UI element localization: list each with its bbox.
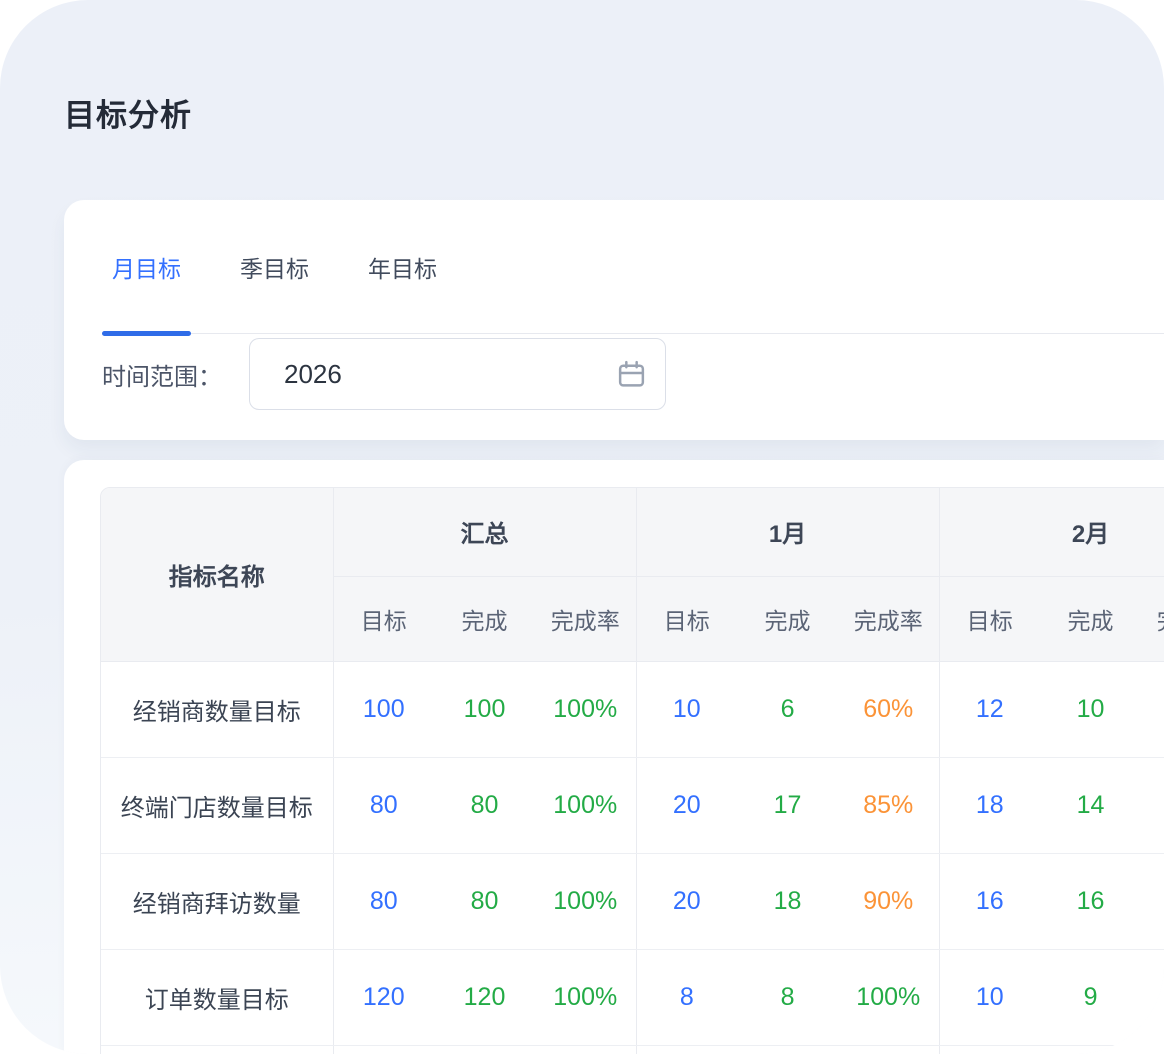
cell-target: 120 — [333, 949, 434, 1045]
sub-header-rate: 完成率 — [535, 576, 636, 661]
tab-monthly-target[interactable]: 月目标 — [102, 200, 191, 333]
row-label: 终端门店数量目标 — [101, 757, 333, 853]
tab-bar: 月目标 季目标 年目标 — [102, 200, 1164, 334]
cell-target: 80 — [333, 853, 434, 949]
cell-target — [636, 1045, 737, 1054]
year-input[interactable] — [250, 359, 580, 390]
group-header-summary: 汇总 — [333, 488, 636, 576]
cell-target: 20 — [636, 757, 737, 853]
cell-done: 80 — [434, 853, 535, 949]
sub-header-target: 目标 — [636, 576, 737, 661]
page-canvas: 目标分析 月目标 季目标 年目标 时间范围： — [0, 0, 1164, 1054]
table-row: 经销商数量目标 100 100 100% 10 6 60% 12 10 — [101, 661, 1164, 757]
cell-done: 80 — [434, 757, 535, 853]
cell-target: 10 — [636, 661, 737, 757]
targets-table-grid: 指标名称 汇总 1月 2月 目标 完成 完成率 目标 完成 完成率 目标 完成 — [101, 488, 1164, 1054]
cell-target — [939, 1045, 1040, 1054]
cell-rate — [1141, 757, 1164, 853]
cell-rate — [1141, 853, 1164, 949]
cell-done — [434, 1045, 535, 1054]
cell-target: 18 — [939, 757, 1040, 853]
cell-done — [1040, 1045, 1141, 1054]
row-label — [101, 1045, 333, 1054]
sub-header-target: 目标 — [939, 576, 1040, 661]
cell-done: 8 — [737, 949, 838, 1045]
cell-rate: 100% — [535, 949, 636, 1045]
cell-done: 14 — [1040, 757, 1141, 853]
cell-done: 9 — [1040, 949, 1141, 1045]
sub-header-done: 完成 — [737, 576, 838, 661]
cell-rate: 100% — [535, 757, 636, 853]
sub-header-done: 完成 — [434, 576, 535, 661]
tab-quarterly-target[interactable]: 季目标 — [230, 200, 319, 333]
cell-target: 12 — [939, 661, 1040, 757]
table-row — [101, 1045, 1164, 1054]
cell-rate — [535, 1045, 636, 1054]
cell-done — [737, 1045, 838, 1054]
cell-done: 100 — [434, 661, 535, 757]
sub-header-rate: 完成率 — [838, 576, 939, 661]
cell-done: 18 — [737, 853, 838, 949]
time-range-label: 时间范围： — [102, 357, 222, 392]
active-tab-indicator — [102, 331, 191, 336]
cell-target: 80 — [333, 757, 434, 853]
row-label: 订单数量目标 — [101, 949, 333, 1045]
date-picker[interactable] — [249, 338, 666, 410]
cell-done: 17 — [737, 757, 838, 853]
cell-target — [333, 1045, 434, 1054]
sub-header-target: 目标 — [333, 576, 434, 661]
cell-rate — [838, 1045, 939, 1054]
sub-header-rate: 完成率 — [1141, 576, 1164, 661]
tab-yearly-target-label: 年目标 — [368, 250, 437, 284]
calendar-icon[interactable] — [616, 359, 647, 390]
cell-done: 6 — [737, 661, 838, 757]
cell-rate: 85% — [838, 757, 939, 853]
sub-header-done: 完成 — [1040, 576, 1141, 661]
cell-done: 120 — [434, 949, 535, 1045]
group-header-row: 指标名称 汇总 1月 2月 — [101, 488, 1164, 576]
targets-table: 指标名称 汇总 1月 2月 目标 完成 完成率 目标 完成 完成率 目标 完成 — [100, 487, 1164, 1054]
cell-rate — [1141, 1045, 1164, 1054]
row-label: 经销商数量目标 — [101, 661, 333, 757]
group-header-january: 1月 — [636, 488, 939, 576]
cell-rate: 100% — [838, 949, 939, 1045]
cell-target: 16 — [939, 853, 1040, 949]
cell-done: 16 — [1040, 853, 1141, 949]
cell-rate — [1141, 949, 1164, 1045]
tab-quarterly-target-label: 季目标 — [240, 250, 309, 284]
group-header-february: 2月 — [939, 488, 1164, 576]
cell-target: 20 — [636, 853, 737, 949]
tab-yearly-target[interactable]: 年目标 — [358, 200, 447, 333]
row-label: 经销商拜访数量 — [101, 853, 333, 949]
cell-rate — [1141, 661, 1164, 757]
cell-target: 10 — [939, 949, 1040, 1045]
cell-rate: 90% — [838, 853, 939, 949]
table-row: 订单数量目标 120 120 100% 8 8 100% 10 9 — [101, 949, 1164, 1045]
cell-rate: 100% — [535, 853, 636, 949]
cell-target: 8 — [636, 949, 737, 1045]
tab-monthly-target-label: 月目标 — [112, 250, 181, 284]
cell-rate: 100% — [535, 661, 636, 757]
table-card: 指标名称 汇总 1月 2月 目标 完成 完成率 目标 完成 完成率 目标 完成 — [64, 460, 1164, 1054]
column-header-indicator-name: 指标名称 — [101, 488, 333, 661]
time-range-filter: 时间范围： — [102, 338, 666, 410]
cell-done: 10 — [1040, 661, 1141, 757]
table-row: 经销商拜访数量 80 80 100% 20 18 90% 16 16 — [101, 853, 1164, 949]
table-row: 终端门店数量目标 80 80 100% 20 17 85% 18 14 — [101, 757, 1164, 853]
cell-target: 100 — [333, 661, 434, 757]
page-title: 目标分析 — [64, 90, 192, 135]
cell-rate: 60% — [838, 661, 939, 757]
tabs-filter-card: 月目标 季目标 年目标 时间范围： — [64, 200, 1164, 440]
